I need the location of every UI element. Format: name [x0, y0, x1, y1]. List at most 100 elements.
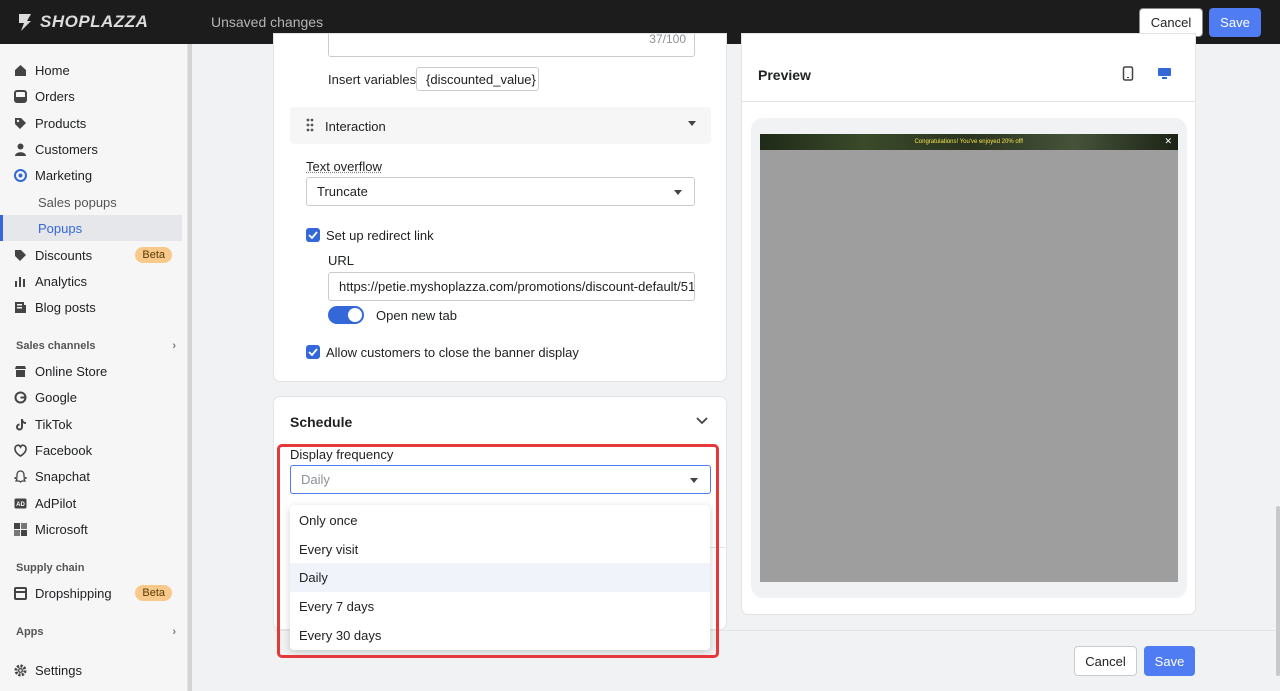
- supply-chain-label: Supply chain: [16, 562, 85, 574]
- sidebar-item-facebook[interactable]: Facebook: [0, 437, 182, 463]
- insert-variables-label: Insert variables: [328, 72, 417, 87]
- preview-banner: Congratulations! You've enjoyed 20% off!…: [760, 134, 1178, 150]
- sales-channels-label: Sales channels: [16, 340, 96, 352]
- home-icon: [13, 63, 27, 77]
- preview-divider: [742, 101, 1195, 102]
- sidebar-item-label: Facebook: [35, 442, 93, 458]
- sidebar-item-settings[interactable]: Settings: [0, 657, 182, 683]
- gear-icon: [13, 663, 27, 677]
- sidebar-item-label: Customers: [35, 141, 98, 157]
- sidebar-item-orders[interactable]: Orders: [0, 83, 182, 109]
- chevron-right-icon: ›: [172, 626, 176, 638]
- toggle-knob: [348, 308, 362, 322]
- sidebar-item-customers[interactable]: Customers: [0, 136, 182, 162]
- sidebar-item-label: Products: [35, 115, 87, 131]
- facebook-icon: [13, 443, 27, 457]
- page-scrollbar[interactable]: [1276, 506, 1280, 676]
- text-overflow-select[interactable]: Truncate: [306, 177, 695, 206]
- checkmark-icon: [308, 231, 318, 239]
- chevron-down-icon[interactable]: [696, 416, 708, 426]
- orders-icon: [13, 89, 27, 103]
- sidebar-item-marketing[interactable]: Marketing: [0, 162, 182, 188]
- open-new-tab-label: Open new tab: [376, 308, 457, 323]
- sidebar-item-label: Analytics: [35, 273, 88, 289]
- sidebar-item-label: Settings: [35, 662, 82, 678]
- text-overflow-label: Text overflow: [306, 159, 382, 174]
- store-icon: [13, 364, 27, 378]
- apps-label: Apps: [16, 626, 44, 638]
- banner-close-icon[interactable]: ✕: [1164, 136, 1172, 147]
- snapchat-icon: [13, 469, 27, 483]
- allow-close-label: Allow customers to close the banner disp…: [326, 345, 579, 360]
- preview-page-overlay: [760, 134, 1178, 582]
- sidebar-item-online-store[interactable]: Online Store: [0, 358, 182, 384]
- sales-channels-header[interactable]: Sales channels ›: [16, 340, 176, 352]
- google-icon: [13, 390, 27, 404]
- tag-icon: [13, 116, 27, 130]
- dropshipping-icon: [13, 586, 27, 600]
- sidebar-item-dropshipping[interactable]: Dropshipping Beta: [0, 580, 182, 606]
- sidebar-item-label: Microsoft: [35, 521, 88, 537]
- beta-badge: Beta: [135, 247, 172, 263]
- highlight-box: [277, 444, 719, 658]
- sidebar-item-adpilot[interactable]: AD AdPilot: [0, 490, 182, 516]
- apps-header[interactable]: Apps ›: [16, 626, 176, 638]
- top-save-button[interactable]: Save: [1209, 8, 1261, 37]
- sidebar-item-label: Google: [35, 389, 77, 405]
- sidebar-scrollbar[interactable]: [188, 44, 192, 691]
- sidebar-item-microsoft[interactable]: Microsoft: [0, 516, 182, 542]
- caret-down-icon[interactable]: [688, 121, 696, 126]
- tiktok-icon: [13, 417, 27, 431]
- preview-title: Preview: [758, 67, 811, 83]
- top-cancel-button[interactable]: Cancel: [1139, 8, 1203, 37]
- sidebar-item-label: Dropshipping: [35, 585, 112, 601]
- sidebar-item-label: Blog posts: [35, 299, 96, 315]
- redirect-link-label: Set up redirect link: [326, 228, 434, 243]
- sidebar-item-label: Orders: [35, 88, 75, 104]
- target-icon: [13, 168, 27, 182]
- sidebar-item-discounts[interactable]: Discounts Beta: [0, 242, 182, 268]
- banner-text-field[interactable]: 37/100: [328, 34, 695, 57]
- mobile-preview-icon[interactable]: [1122, 66, 1134, 81]
- drag-handle-icon[interactable]: [306, 118, 314, 132]
- blog-icon: [13, 300, 27, 314]
- sidebar-item-label: Discounts: [35, 247, 93, 263]
- sidebar-item-home[interactable]: Home: [0, 57, 182, 83]
- sidebar-subitem-popups[interactable]: Popups: [0, 215, 182, 241]
- open-new-tab-toggle[interactable]: [328, 306, 364, 324]
- sidebar-item-tiktok[interactable]: TikTok: [0, 411, 182, 437]
- url-value: https://petie.myshoplazza.com/promotions…: [339, 279, 695, 294]
- footer-save-button[interactable]: Save: [1144, 646, 1195, 676]
- url-input[interactable]: https://petie.myshoplazza.com/promotions…: [328, 272, 695, 301]
- bar-chart-icon: [13, 274, 27, 288]
- sidebar-item-snapchat[interactable]: Snapchat: [0, 463, 182, 489]
- footer-cancel-button[interactable]: Cancel: [1074, 646, 1137, 676]
- allow-close-checkbox[interactable]: [306, 345, 320, 359]
- brand-name: SHOPLAZZA: [40, 12, 149, 31]
- shoplazza-logo[interactable]: SHOPLAZZA: [16, 12, 148, 32]
- desktop-preview-icon[interactable]: [1157, 67, 1172, 80]
- sidebar-item-label: AdPilot: [35, 495, 77, 511]
- variable-chip-discounted-value[interactable]: {discounted_value}: [416, 67, 539, 91]
- person-icon: [13, 142, 27, 156]
- url-label: URL: [328, 253, 355, 268]
- unsaved-changes-text: Unsaved changes: [211, 14, 324, 30]
- shoplazza-logo-icon: [19, 14, 31, 31]
- chevron-right-icon: ›: [172, 340, 176, 352]
- supply-chain-header: Supply chain: [16, 562, 176, 574]
- sidebar-item-label: Snapchat: [35, 468, 90, 484]
- microsoft-icon: [13, 522, 27, 536]
- sidebar-item-label: Marketing: [35, 167, 93, 183]
- redirect-link-checkbox[interactable]: [306, 228, 320, 242]
- sidebar-item-analytics[interactable]: Analytics: [0, 268, 182, 294]
- beta-badge: Beta: [135, 585, 172, 601]
- sidebar-subitem-sales-popups[interactable]: Sales popups: [0, 189, 182, 215]
- sidebar-item-google[interactable]: Google: [0, 384, 182, 410]
- text-overflow-value: Truncate: [317, 184, 368, 199]
- sidebar-item-products[interactable]: Products: [0, 110, 182, 136]
- discount-icon: [13, 248, 27, 262]
- interaction-label: Interaction: [325, 119, 386, 134]
- svg-text:AD: AD: [16, 502, 25, 508]
- sidebar-item-label: TikTok: [35, 416, 73, 432]
- sidebar-item-blog-posts[interactable]: Blog posts: [0, 294, 182, 320]
